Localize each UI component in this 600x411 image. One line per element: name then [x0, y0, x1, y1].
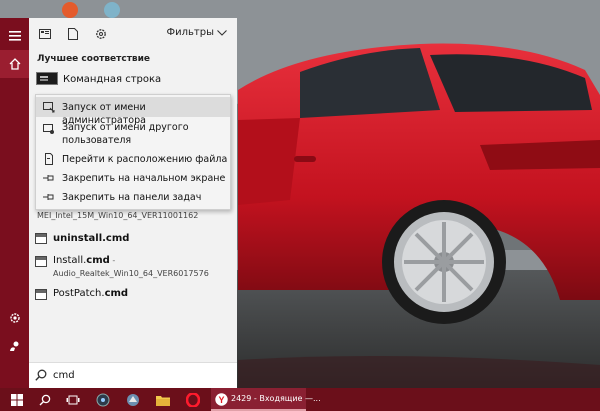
list-item[interactable]: Install.cmd - Audio_Realtek_Win10_64_VER… — [29, 253, 237, 283]
result-title: uninstall.cmd — [53, 233, 130, 244]
taskbar-app-button[interactable] — [118, 388, 147, 411]
cmd-file-icon — [35, 289, 47, 300]
filters-dropdown[interactable]: Фильтры — [167, 27, 227, 38]
cmd-file-icon — [35, 233, 47, 244]
yandex-icon: Y — [215, 393, 228, 406]
file-explorer-button[interactable] — [148, 388, 177, 411]
task-view-button[interactable] — [58, 388, 87, 411]
documents-filter-button[interactable] — [65, 26, 81, 42]
taskbar: Y 2429 - Входящие —... — [0, 388, 600, 411]
result-subtitle: MEI_Intel_15M_Win10_64_VER11001162 — [37, 211, 199, 220]
settings-button[interactable] — [0, 304, 29, 332]
start-button[interactable] — [2, 388, 31, 411]
task-view-icon — [66, 395, 79, 404]
search-input[interactable]: cmd — [53, 370, 75, 381]
search-toolbar: Фильтры — [29, 18, 237, 50]
taskbar-app-button[interactable] — [88, 388, 117, 411]
result-subtitle: Audio_Realtek_Win10_64_VER6017576 — [53, 269, 209, 278]
hamburger-menu-button[interactable] — [0, 22, 29, 50]
menu-item-open-file-location[interactable]: Перейти к расположению файла — [36, 150, 230, 168]
yandex-task-label: 2429 - Входящие —... — [231, 394, 321, 403]
menu-item-pin-to-taskbar[interactable]: Закрепить на панели задач — [36, 188, 230, 206]
windows-logo-icon — [10, 393, 23, 406]
chevron-down-icon — [217, 29, 227, 36]
taskbar-search-button[interactable] — [30, 388, 59, 411]
user-icon — [9, 341, 18, 351]
menu-item-pin-to-start[interactable]: Закрепить на начальном экране — [36, 169, 230, 187]
list-item[interactable]: PostPatch.cmd — [29, 286, 237, 306]
file-location-icon — [42, 152, 56, 166]
menu-item-run-as-admin[interactable]: Запуск от имени администратора — [36, 97, 230, 126]
search-icon — [35, 369, 47, 381]
result-title: PostPatch.cmd — [53, 288, 129, 299]
user-button[interactable] — [0, 332, 29, 360]
menu-item-run-as-other-user[interactable]: Запуск от имени другого пользователя — [36, 119, 230, 147]
apps-filter-button[interactable] — [37, 26, 53, 42]
pin-icon — [42, 171, 56, 185]
run-as-user-icon — [42, 122, 56, 136]
yandex-browser-task[interactable]: Y 2429 - Входящие —... — [211, 388, 321, 411]
apps-icon — [39, 29, 51, 39]
best-match-heading: Лучшее соответствие — [37, 54, 151, 64]
start-rail — [0, 18, 29, 388]
filters-label: Фильтры — [166, 27, 214, 38]
best-match-item[interactable]: Командная строка — [29, 67, 237, 91]
hamburger-icon — [8, 31, 21, 41]
search-box[interactable]: cmd — [29, 362, 237, 388]
run-as-admin-icon — [42, 100, 56, 114]
home-button[interactable] — [0, 50, 29, 78]
document-icon — [68, 28, 78, 40]
opera-browser-button[interactable] — [178, 388, 207, 411]
opera-icon — [185, 392, 200, 407]
result-title: Install.cmd - — [53, 255, 116, 266]
best-match-label: Командная строка — [63, 74, 162, 85]
list-item[interactable]: MEI_Intel_15M_Win10_64_VER11001162 — [29, 210, 237, 222]
gear-icon — [9, 313, 20, 323]
svg-text:Y: Y — [218, 395, 224, 405]
app-icon — [126, 393, 139, 406]
context-menu: Запуск от имени администратора Запуск от… — [35, 94, 231, 210]
cmd-icon — [36, 72, 58, 85]
app-icon — [96, 393, 109, 406]
search-icon — [39, 394, 50, 405]
home-icon — [9, 58, 20, 70]
pin-icon — [42, 190, 56, 204]
gear-icon — [96, 29, 106, 39]
list-item[interactable]: uninstall.cmd — [29, 230, 237, 250]
cmd-file-icon — [35, 256, 47, 267]
settings-filter-button[interactable] — [93, 26, 109, 42]
folder-icon — [155, 395, 170, 406]
